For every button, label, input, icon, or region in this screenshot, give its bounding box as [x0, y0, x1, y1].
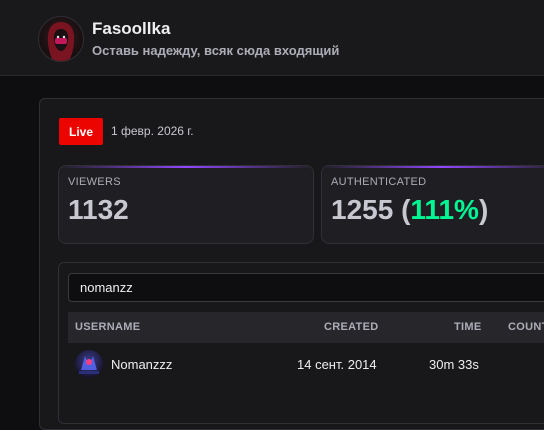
column-created[interactable]: CREATED [324, 321, 378, 333]
user-avatar [75, 350, 103, 378]
stream-date: 1 февр. 2026 г. [111, 124, 194, 138]
authenticated-count: 1255 [331, 194, 394, 225]
search-input[interactable] [68, 273, 544, 302]
user-avatar-icon [79, 356, 99, 374]
viewers-label: VIEWERS [68, 176, 121, 188]
channel-avatar[interactable] [38, 16, 84, 62]
row-time: 30m 33s [429, 357, 479, 372]
authenticated-label: AUTHENTICATED [331, 176, 427, 188]
authenticated-percent: 111% [410, 194, 479, 225]
paren-close: ) [478, 194, 489, 225]
column-username[interactable]: USERNAME [75, 321, 140, 333]
live-badge: Live [59, 118, 103, 145]
paren-open: ( [393, 194, 411, 225]
viewers-card: VIEWERS 1132 [58, 165, 314, 244]
channel-subtitle: Оставь надежду, всяк сюда входящий [92, 43, 340, 58]
column-count[interactable]: COUNT [508, 321, 544, 333]
row-created: 14 сент. 2014 [297, 357, 377, 372]
column-time[interactable]: TIME [454, 321, 481, 333]
row-username[interactable]: Nomanzzz [111, 357, 172, 372]
channel-header: Fasoollka Оставь надежду, всяк сюда вход… [0, 0, 544, 76]
authenticated-value: 1255 (111%) [331, 194, 488, 226]
viewers-value: 1132 [68, 194, 129, 225]
hooded-figure-icon [47, 22, 75, 61]
channel-name[interactable]: Fasoollka [92, 19, 170, 39]
authenticated-card: AUTHENTICATED 1255 (111%) [321, 165, 544, 244]
